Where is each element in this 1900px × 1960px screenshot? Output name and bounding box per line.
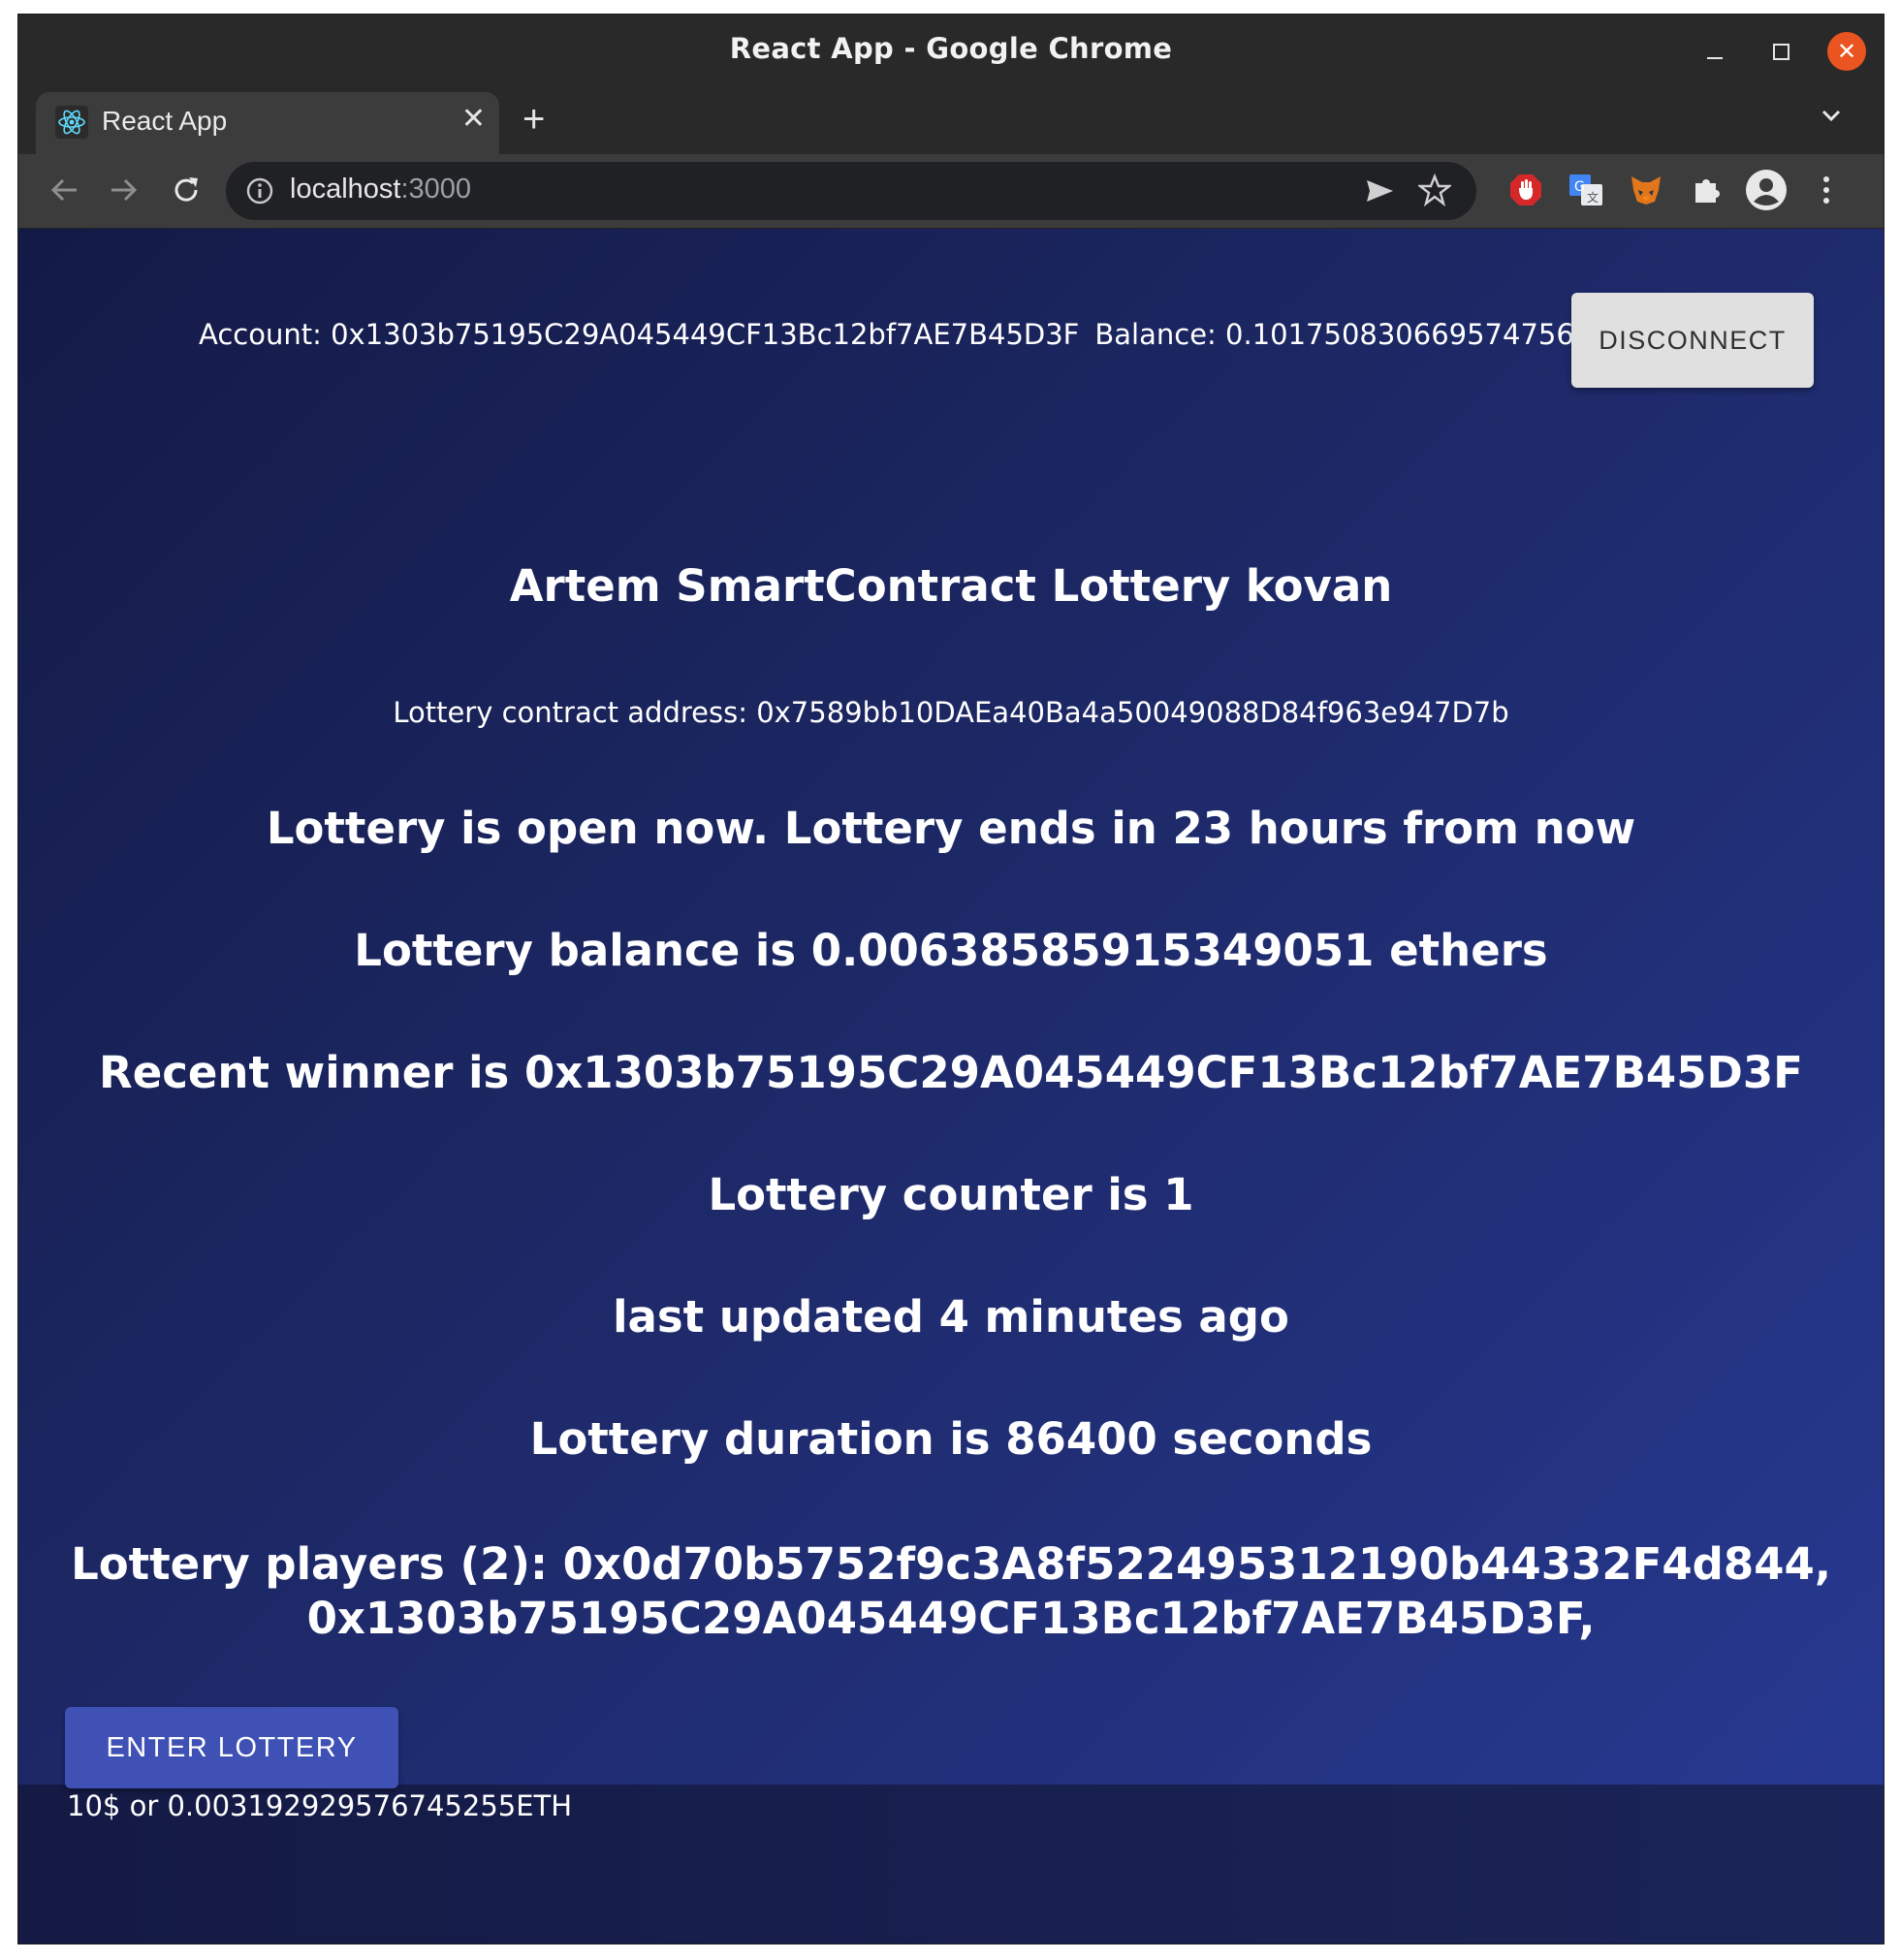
recent-winner: Recent winner is 0x1303b75195C29A045449C… [99,1047,1803,1098]
minimize-icon [1707,57,1723,59]
tab-search-chevron-icon[interactable] [1818,102,1845,129]
svg-text:文: 文 [1587,190,1599,205]
tab-react-app[interactable]: React App ✕ [36,92,499,154]
close-window-button[interactable]: ✕ [1827,32,1866,71]
send-to-device-icon[interactable] [1364,175,1395,206]
metamask-extension-button[interactable] [1624,168,1668,212]
forward-arrow-icon [111,178,138,202]
extensions-button[interactable] [1684,168,1728,212]
maximize-button[interactable] [1761,32,1800,71]
url-host: localhost [290,174,401,205]
account-info: Account: 0x1303b75195C29A045449CF13Bc12b… [199,318,1574,351]
forward-button[interactable] [102,168,146,212]
last-updated: last updated 4 minutes ago [613,1291,1289,1343]
url-port: :3000 [400,174,472,205]
profile-button[interactable] [1744,168,1789,212]
svg-text:G: G [1574,179,1585,195]
minimize-button[interactable] [1695,32,1734,71]
players-line-2: 0x1303b75195C29A045449CF13Bc12bf7AE7B45D… [306,1593,1596,1644]
adblock-hand-icon [1510,174,1541,205]
three-dots-menu-icon [1823,176,1829,204]
title-bar: React App - Google Chrome ✕ [18,15,1884,86]
account-balance: Balance: 0.101750830669574756 [1094,318,1574,351]
new-tab-button[interactable]: + [522,98,545,142]
chrome-menu-button[interactable] [1804,168,1849,212]
window-title: React App - Google Chrome [729,32,1173,65]
tab-strip: React App ✕ + [18,86,1884,154]
maximize-icon [1772,43,1789,60]
page-content: Account: 0x1303b75195C29A045449CF13Bc12b… [18,229,1884,1944]
puzzle-piece-icon [1695,179,1720,203]
react-logo-icon [55,106,88,139]
site-info-icon[interactable] [245,176,274,205]
reload-button[interactable] [164,168,208,212]
adblock-extension-button[interactable] [1504,168,1548,212]
close-icon: ✕ [1836,38,1857,65]
metamask-fox-icon [1631,176,1661,205]
lottery-duration: Lottery duration is 86400 seconds [529,1413,1373,1465]
players-line-1: Lottery players (2): 0x0d70b5752f9c3A8f5… [71,1538,1831,1590]
tab-close-icon[interactable]: ✕ [461,102,486,136]
lottery-status: Lottery is open now. Lottery ends in 23 … [266,803,1636,854]
google-translate-icon: G 文 [1569,174,1602,205]
url-text[interactable]: localhost:3000 [290,174,471,205]
address-bar[interactable]: localhost:3000 [226,162,1476,220]
page-title: Artem SmartContract Lottery kovan [509,560,1393,612]
lottery-players: Lottery players (2): 0x0d70b5752f9c3A8f5… [18,1537,1884,1646]
lottery-balance: Lottery balance is 0.00638585915349051 e… [354,925,1548,976]
lottery-counter: Lottery counter is 1 [708,1169,1194,1220]
disconnect-button[interactable]: DISCONNECT [1571,293,1814,388]
tab-label: React App [102,106,228,136]
profile-avatar-icon [1746,170,1787,210]
browser-toolbar: localhost:3000 G 文 [18,154,1884,229]
back-button[interactable] [42,168,86,212]
entry-price: 10$ or 0.003192929576745255ETH [67,1789,573,1822]
back-arrow-icon [50,178,77,202]
reload-icon [174,177,198,202]
browser-window: React App - Google Chrome ✕ React App ✕ … [17,14,1884,1944]
google-translate-extension-button[interactable]: G 文 [1564,168,1608,212]
bookmark-star-icon[interactable] [1418,174,1451,206]
enter-lottery-button[interactable]: ENTER LOTTERY [65,1707,398,1788]
contract-address: Lottery contract address: 0x7589bb10DAEa… [393,696,1509,729]
account-address: Account: 0x1303b75195C29A045449CF13Bc12b… [199,318,1080,351]
